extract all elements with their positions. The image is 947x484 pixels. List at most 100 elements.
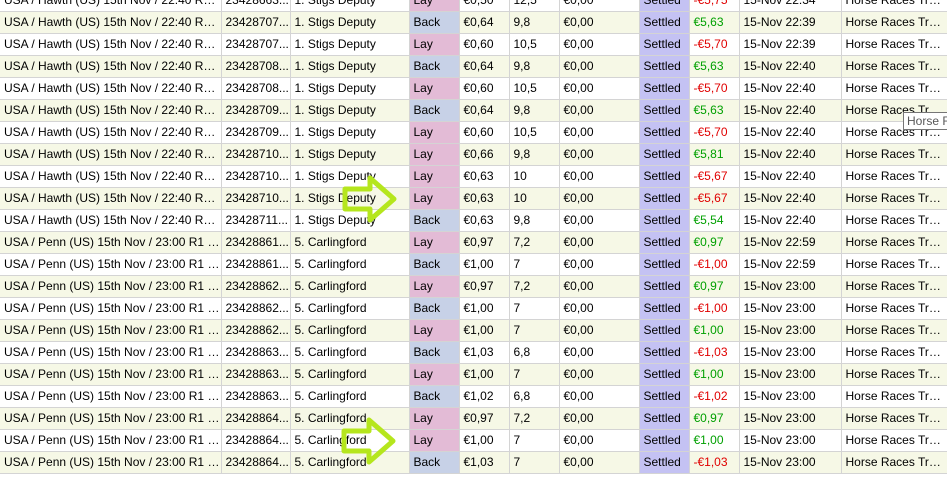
bet-id-cell: 23428861...: [221, 231, 291, 254]
status-cell: Settled: [639, 121, 690, 144]
bet-id-cell: 23428862...: [221, 275, 291, 298]
matched-cell: €0,00: [559, 385, 640, 408]
strategy-cell: Horse Races Trad...: [841, 11, 947, 34]
bet-id-cell: 23428864...: [221, 451, 291, 474]
profit-loss-cell: €0,97: [689, 407, 740, 430]
table-row[interactable]: USA / Hawth (US) 15th Nov / 22:40 R6 5f.…: [0, 165, 947, 188]
table-row[interactable]: USA / Hawth (US) 15th Nov / 22:40 R6 5f.…: [0, 143, 947, 166]
side-cell: Back: [409, 55, 460, 78]
matched-cell: €0,00: [559, 341, 640, 364]
side-cell: Back: [409, 253, 460, 276]
selection-cell: 1. Stigs Deputy: [290, 0, 410, 12]
status-cell: Settled: [639, 231, 690, 254]
time-cell: 15-Nov 22:40: [739, 99, 842, 122]
table-row[interactable]: USA / Penn (US) 15th Nov / 23:00 R1 1m..…: [0, 429, 947, 452]
table-row[interactable]: USA / Penn (US) 15th Nov / 23:00 R1 1m..…: [0, 385, 947, 408]
market-cell: USA / Hawth (US) 15th Nov / 22:40 R6 5f.…: [0, 165, 222, 188]
table-row[interactable]: USA / Penn (US) 15th Nov / 23:00 R1 1m..…: [0, 363, 947, 386]
side-cell: Back: [409, 11, 460, 34]
table-row[interactable]: USA / Hawth (US) 15th Nov / 22:40 R6 5f.…: [0, 209, 947, 232]
table-row[interactable]: USA / Penn (US) 15th Nov / 23:00 R1 1m..…: [0, 275, 947, 298]
time-cell: 15-Nov 23:00: [739, 275, 842, 298]
strategy-cell: Horse Races Trad...: [841, 297, 947, 320]
stake-cell: €0,64: [459, 11, 510, 34]
selection-cell: 5. Carlingford: [290, 297, 410, 320]
matched-cell: €0,00: [559, 231, 640, 254]
table-row[interactable]: USA / Penn (US) 15th Nov / 23:00 R1 1m..…: [0, 253, 947, 276]
table-row[interactable]: USA / Penn (US) 15th Nov / 23:00 R1 1m..…: [0, 231, 947, 254]
profit-loss-cell: -€1,03: [689, 451, 740, 474]
profit-loss-cell: -€5,70: [689, 33, 740, 56]
table-row[interactable]: USA / Hawth (US) 15th Nov / 22:40 R6 5f.…: [0, 33, 947, 56]
right-arrow-icon: [342, 175, 397, 223]
selection-cell: 1. Stigs Deputy: [290, 55, 410, 78]
selection-cell: 5. Carlingford: [290, 275, 410, 298]
selection-cell: 1. Stigs Deputy: [290, 143, 410, 166]
bets-table: USA / Hawth (US) 15th Nov / 22:40 R6 5f.…: [0, 0, 947, 474]
status-cell: Settled: [639, 55, 690, 78]
profit-loss-cell: -€1,03: [689, 341, 740, 364]
market-cell: USA / Hawth (US) 15th Nov / 22:40 R6 5f.…: [0, 99, 222, 122]
profit-loss-cell: -€5,67: [689, 165, 740, 188]
matched-cell: €0,00: [559, 121, 640, 144]
bet-id-cell: 23428862...: [221, 319, 291, 342]
table-row[interactable]: USA / Penn (US) 15th Nov / 23:00 R1 1m..…: [0, 407, 947, 430]
odds-cell: 7: [509, 253, 560, 276]
odds-cell: 10,5: [509, 121, 560, 144]
time-cell: 15-Nov 22:40: [739, 209, 842, 232]
matched-cell: €0,00: [559, 143, 640, 166]
status-cell: Settled: [639, 451, 690, 474]
profit-loss-cell: €1,00: [689, 429, 740, 452]
time-cell: 15-Nov 23:00: [739, 429, 842, 452]
bet-id-cell: 23428663...: [221, 0, 291, 12]
odds-cell: 7: [509, 297, 560, 320]
market-cell: USA / Penn (US) 15th Nov / 23:00 R1 1m..…: [0, 297, 222, 320]
side-cell: Back: [409, 385, 460, 408]
table-row[interactable]: USA / Hawth (US) 15th Nov / 22:40 R6 5f.…: [0, 11, 947, 34]
stake-cell: €0,97: [459, 407, 510, 430]
odds-cell: 9,8: [509, 143, 560, 166]
bet-id-cell: 23428710...: [221, 165, 291, 188]
matched-cell: €0,00: [559, 209, 640, 232]
table-row[interactable]: USA / Hawth (US) 15th Nov / 22:40 R6 5f.…: [0, 77, 947, 100]
strategy-cell: Horse Races Trad...: [841, 33, 947, 56]
profit-loss-cell: -€1,00: [689, 253, 740, 276]
table-row[interactable]: USA / Penn (US) 15th Nov / 23:00 R1 1m..…: [0, 451, 947, 474]
selection-cell: 1. Stigs Deputy: [290, 99, 410, 122]
status-cell: Settled: [639, 407, 690, 430]
matched-cell: €0,00: [559, 253, 640, 276]
table-row[interactable]: USA / Penn (US) 15th Nov / 23:00 R1 1m..…: [0, 297, 947, 320]
matched-cell: €0,00: [559, 99, 640, 122]
side-cell: Back: [409, 99, 460, 122]
bet-id-cell: 23428707...: [221, 11, 291, 34]
table-row[interactable]: USA / Penn (US) 15th Nov / 23:00 R1 1m..…: [0, 341, 947, 364]
strategy-cell: Horse Races Trad...: [841, 231, 947, 254]
side-cell: Lay: [409, 143, 460, 166]
market-cell: USA / Penn (US) 15th Nov / 23:00 R1 1m..…: [0, 231, 222, 254]
stake-cell: €0,60: [459, 33, 510, 56]
side-cell: Back: [409, 209, 460, 232]
table-row[interactable]: USA / Hawth (US) 15th Nov / 22:40 R6 5f.…: [0, 99, 947, 122]
stake-cell: €1,02: [459, 385, 510, 408]
time-cell: 15-Nov 23:00: [739, 319, 842, 342]
time-cell: 15-Nov 22:40: [739, 121, 842, 144]
profit-loss-cell: €5,54: [689, 209, 740, 232]
market-cell: USA / Hawth (US) 15th Nov / 22:40 R6 5f.…: [0, 143, 222, 166]
selection-cell: 5. Carlingford: [290, 341, 410, 364]
matched-cell: €0,00: [559, 0, 640, 12]
table-row[interactable]: USA / Hawth (US) 15th Nov / 22:40 R6 5f.…: [0, 0, 947, 12]
table-row[interactable]: USA / Hawth (US) 15th Nov / 22:40 R6 5f.…: [0, 187, 947, 210]
market-cell: USA / Penn (US) 15th Nov / 23:00 R1 1m..…: [0, 341, 222, 364]
table-row[interactable]: USA / Penn (US) 15th Nov / 23:00 R1 1m..…: [0, 319, 947, 342]
odds-cell: 9,8: [509, 209, 560, 232]
table-row[interactable]: USA / Hawth (US) 15th Nov / 22:40 R6 5f.…: [0, 55, 947, 78]
selection-cell: 5. Carlingford: [290, 231, 410, 254]
status-cell: Settled: [639, 319, 690, 342]
table-row[interactable]: USA / Hawth (US) 15th Nov / 22:40 R6 5f.…: [0, 121, 947, 144]
stake-cell: €0,64: [459, 55, 510, 78]
time-cell: 15-Nov 22:40: [739, 165, 842, 188]
side-cell: Lay: [409, 33, 460, 56]
side-cell: Lay: [409, 363, 460, 386]
bet-id-cell: 23428864...: [221, 407, 291, 430]
profit-loss-cell: -€1,02: [689, 385, 740, 408]
